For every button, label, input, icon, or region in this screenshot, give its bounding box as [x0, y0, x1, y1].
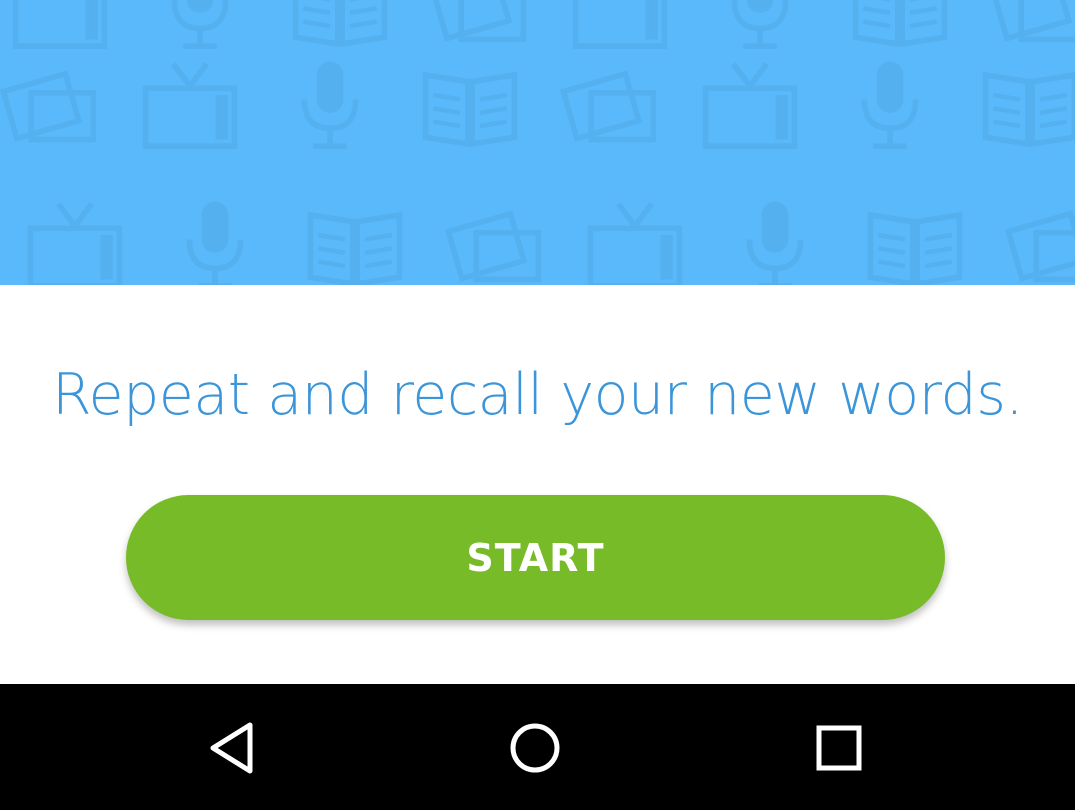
recents-button[interactable]	[806, 715, 872, 781]
home-button[interactable]	[502, 715, 568, 781]
hero-banner	[0, 0, 1075, 285]
home-icon	[510, 723, 560, 773]
main-content: Repeat and recall your new words. START	[0, 285, 1075, 684]
back-button[interactable]	[200, 715, 266, 781]
recents-icon	[816, 725, 862, 771]
tagline: Repeat and recall your new words.	[51, 362, 1024, 428]
back-icon	[210, 722, 253, 774]
navigation-bar	[0, 684, 1075, 810]
start-button[interactable]: START	[126, 495, 945, 620]
hero-pattern	[0, 0, 1075, 285]
